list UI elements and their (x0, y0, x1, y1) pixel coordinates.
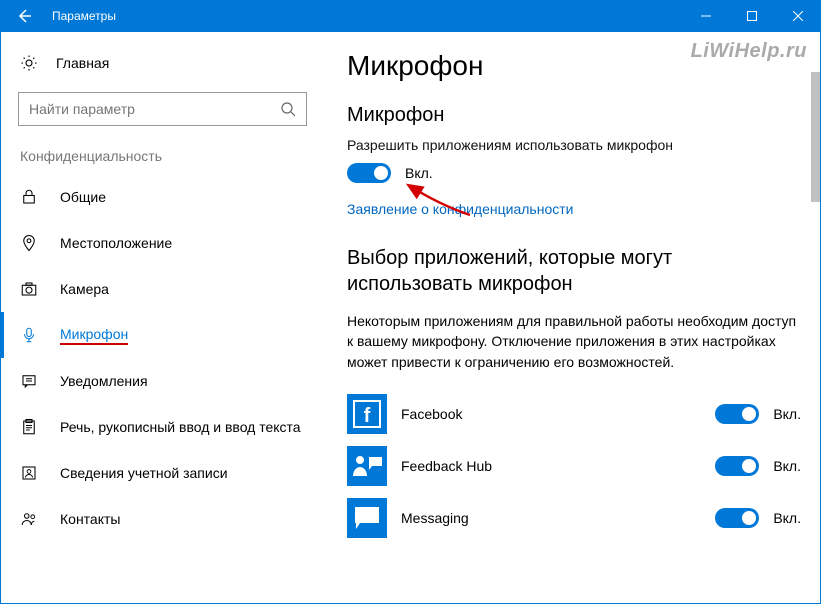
minimize-icon (701, 11, 711, 21)
app-list: f Facebook Вкл. Feedback Hub Вкл. Messag… (347, 388, 801, 544)
window-title: Параметры (48, 9, 683, 23)
clipboard-icon (20, 418, 38, 436)
nav-label: Контакты (60, 511, 120, 527)
back-button[interactable] (0, 0, 48, 32)
nav-item-camera[interactable]: Камера (18, 266, 325, 312)
home-nav[interactable]: Главная (18, 50, 325, 84)
app-toggle-feedback[interactable] (715, 456, 759, 476)
home-label: Главная (56, 55, 109, 71)
messaging-icon (347, 498, 387, 538)
app-toggle-label: Вкл. (773, 406, 801, 422)
nav-label: Общие (60, 189, 106, 205)
nav-label: Микрофон (60, 326, 128, 345)
main-pane: LiWiHelp.ru Микрофон Микрофон Разрешить … (325, 32, 821, 604)
account-icon (20, 464, 38, 482)
camera-icon (20, 280, 38, 298)
app-name: Messaging (401, 510, 701, 526)
search-icon (280, 101, 296, 117)
scrollbar-thumb[interactable] (811, 72, 820, 202)
search-box[interactable] (18, 92, 307, 126)
app-toggle-messaging[interactable] (715, 508, 759, 528)
app-toggle-facebook[interactable] (715, 404, 759, 424)
notifications-icon (20, 372, 38, 390)
svg-text:f: f (364, 405, 371, 427)
nav-item-notifications[interactable]: Уведомления (18, 358, 325, 404)
lock-icon (20, 188, 38, 206)
watermark: LiWiHelp.ru (691, 40, 807, 63)
master-toggle[interactable] (347, 163, 391, 183)
app-row-messaging: Messaging Вкл. (347, 492, 801, 544)
choose-apps-title: Выбор приложений, которые могут использо… (347, 245, 801, 297)
master-toggle-label: Вкл. (405, 165, 433, 181)
app-name: Facebook (401, 406, 701, 422)
location-icon (20, 234, 38, 252)
master-toggle-row: Вкл. (347, 163, 801, 183)
section-title-mic: Микрофон (347, 104, 801, 127)
nav-label: Местоположение (60, 235, 172, 251)
contacts-icon (20, 510, 38, 528)
app-row-facebook: f Facebook Вкл. (347, 388, 801, 440)
nav-item-contacts[interactable]: Контакты (18, 496, 325, 542)
titlebar: Параметры (0, 0, 821, 32)
sidebar: Главная Конфиденциальность Общие Местопо… (0, 32, 325, 604)
nav-label: Камера (60, 281, 109, 297)
section-header: Конфиденциальность (18, 146, 325, 174)
nav-label: Сведения учетной записи (60, 465, 228, 481)
maximize-icon (747, 11, 757, 21)
app-toggle-label: Вкл. (773, 458, 801, 474)
privacy-link[interactable]: Заявление о конфиденциальности (347, 201, 801, 217)
app-name: Feedback Hub (401, 458, 701, 474)
app-row-feedback: Feedback Hub Вкл. (347, 440, 801, 492)
maximize-button[interactable] (729, 0, 775, 32)
nav-item-microphone[interactable]: Микрофон (18, 312, 325, 358)
feedback-icon (347, 446, 387, 486)
choose-apps-note: Некоторым приложениям для правильной раб… (347, 311, 801, 372)
nav-label: Речь, рукописный ввод и ввод текста (60, 419, 301, 435)
gear-icon (20, 54, 38, 72)
microphone-icon (20, 326, 38, 344)
nav-label: Уведомления (60, 373, 148, 389)
minimize-button[interactable] (683, 0, 729, 32)
close-icon (793, 11, 803, 21)
allow-text: Разрешить приложениям использовать микро… (347, 137, 801, 153)
app-toggle-label: Вкл. (773, 510, 801, 526)
nav-item-general[interactable]: Общие (18, 174, 325, 220)
arrow-left-icon (16, 8, 32, 24)
nav-item-speech[interactable]: Речь, рукописный ввод и ввод текста (18, 404, 325, 450)
nav-item-account[interactable]: Сведения учетной записи (18, 450, 325, 496)
nav-item-location[interactable]: Местоположение (18, 220, 325, 266)
close-button[interactable] (775, 0, 821, 32)
search-input[interactable] (29, 101, 280, 117)
facebook-icon: f (347, 394, 387, 434)
